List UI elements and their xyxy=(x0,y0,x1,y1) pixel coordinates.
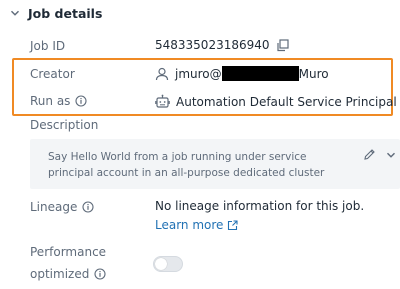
learn-more-text: Learn more xyxy=(155,218,224,232)
redaction-bar xyxy=(221,66,299,81)
job-id-label: Job ID xyxy=(30,39,65,53)
lineage-label-text: Lineage xyxy=(30,200,78,214)
toggle-knob xyxy=(155,258,167,270)
info-icon[interactable] xyxy=(82,201,94,213)
description-label-text: Description xyxy=(30,118,99,132)
lineage-label: Lineage xyxy=(30,200,94,214)
job-id-value: 548335023186940 xyxy=(155,38,289,52)
chevron-down-icon[interactable] xyxy=(10,8,20,18)
robot-icon xyxy=(155,94,170,109)
optimized-label-text: optimized xyxy=(30,267,90,281)
creator-value: jmuro@ Muro xyxy=(155,66,329,81)
description-actions xyxy=(363,148,396,161)
external-link-icon xyxy=(227,219,238,231)
info-icon[interactable] xyxy=(75,95,87,107)
description-label: Description xyxy=(30,118,98,132)
creator-label: Creator xyxy=(30,67,75,81)
pencil-icon[interactable] xyxy=(363,148,376,161)
creator-name-prefix: jmuro@ xyxy=(175,66,222,81)
performance-label-line2: optimized xyxy=(30,267,106,281)
user-icon xyxy=(155,67,169,81)
copy-icon[interactable] xyxy=(276,38,289,52)
creator-name-suffix: Muro xyxy=(298,66,329,81)
learn-more-link[interactable]: Learn more xyxy=(155,218,238,232)
description-text: Say Hello World from a job running under… xyxy=(48,151,325,179)
job-id-label-text: Job ID xyxy=(30,39,66,53)
creator-label-text: Creator xyxy=(30,67,75,81)
performance-label-line1: Performance xyxy=(30,245,106,259)
chevron-down-icon[interactable] xyxy=(386,150,396,160)
run-as-label-text: Run as xyxy=(30,94,71,108)
section-header[interactable]: Job details xyxy=(10,4,102,22)
lineage-text: No lineage information for this job. xyxy=(155,199,365,213)
lineage-value: No lineage information for this job. xyxy=(155,199,364,213)
description-box[interactable]: Say Hello World from a job running under… xyxy=(30,139,400,189)
run-as-value: Automation Default Service Principal xyxy=(155,94,397,109)
performance-toggle[interactable] xyxy=(153,256,183,272)
run-as-text: Automation Default Service Principal xyxy=(176,94,397,109)
job-id-text: 548335023186940 xyxy=(155,38,270,52)
section-title: Job details xyxy=(28,5,103,21)
performance-label-text: Performance xyxy=(30,245,107,259)
info-icon[interactable] xyxy=(94,268,106,280)
run-as-label: Run as xyxy=(30,94,87,108)
